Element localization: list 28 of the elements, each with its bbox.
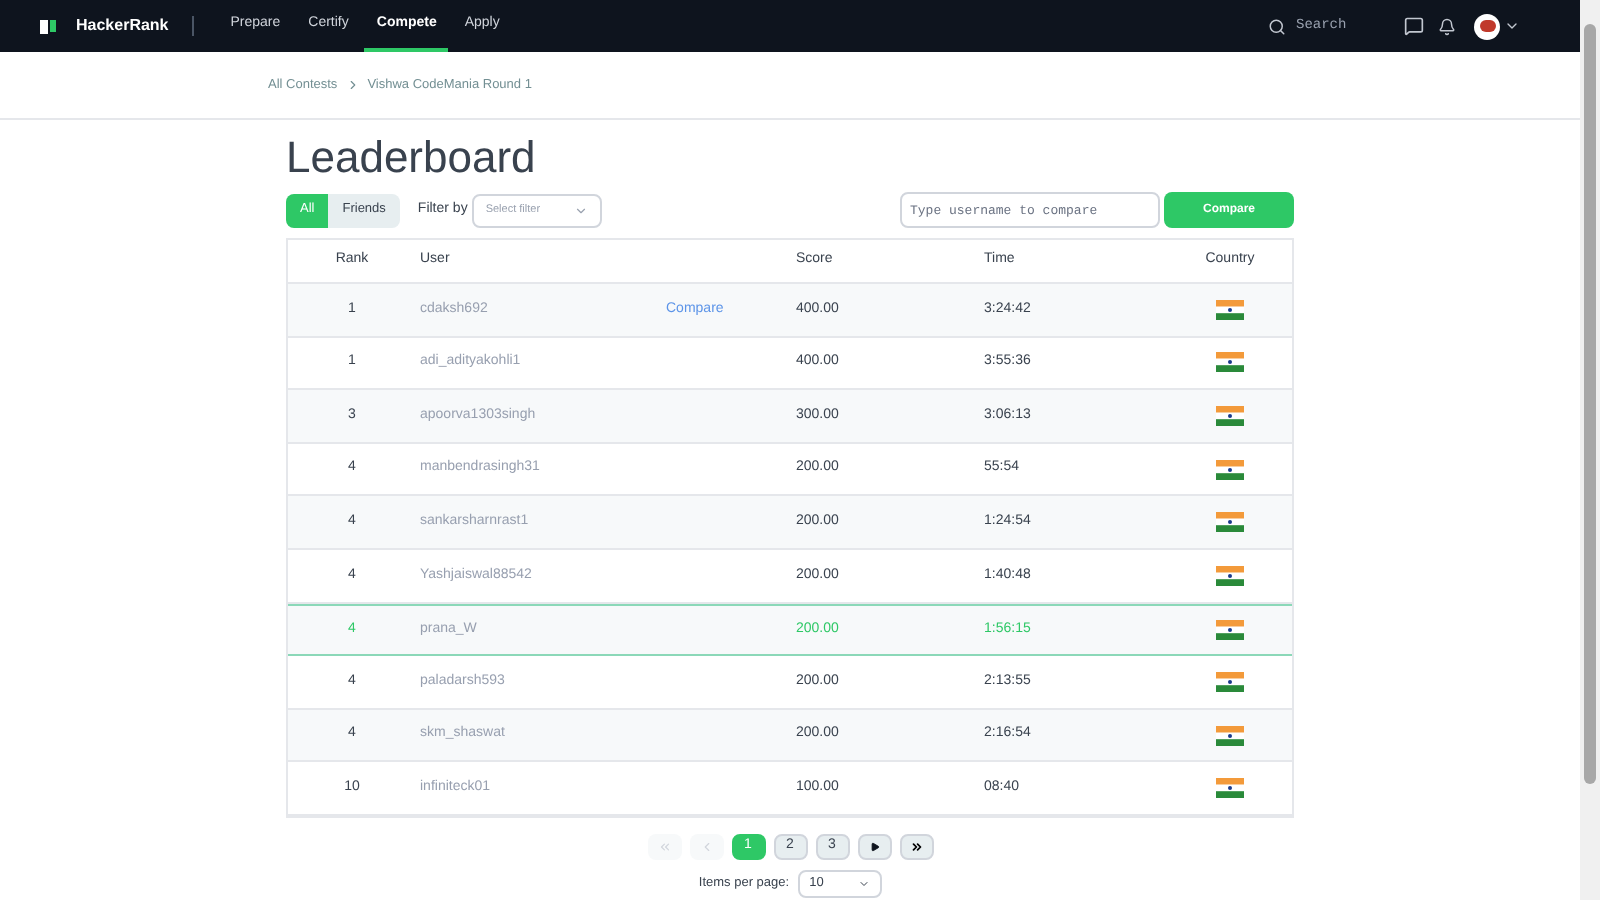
flag-icon <box>1216 512 1244 533</box>
double-chevron-right-icon <box>909 839 923 854</box>
brand-name[interactable]: HackerRank <box>76 14 169 38</box>
caret-icon <box>573 203 588 217</box>
flag-icon <box>1216 671 1244 692</box>
chevron-left-icon <box>699 839 713 854</box>
next-page-button[interactable] <box>857 833 891 860</box>
flag-icon <box>1216 778 1244 799</box>
avatar-icon[interactable] <box>1474 13 1500 39</box>
caret-icon <box>857 877 870 890</box>
play-icon <box>869 841 879 852</box>
notification-icon[interactable] <box>1438 17 1456 35</box>
search-icon <box>1268 17 1286 35</box>
flag-icon <box>1216 619 1244 640</box>
last-page-button[interactable] <box>899 833 933 860</box>
flag-icon <box>1216 565 1244 586</box>
flag-icon <box>1216 405 1244 426</box>
double-chevron-left-icon <box>657 839 671 854</box>
scrollbar[interactable] <box>1580 0 1600 900</box>
flag-icon <box>1216 725 1244 746</box>
flag-icon <box>1216 352 1244 373</box>
message-icon[interactable] <box>1404 16 1424 36</box>
caret-icon[interactable] <box>1504 18 1520 34</box>
chevron-icon <box>345 78 360 92</box>
flag-icon <box>1216 299 1244 320</box>
page-title: Leaderboard <box>286 136 538 180</box>
logo-icon[interactable] <box>40 19 56 33</box>
flag-icon <box>1216 459 1244 480</box>
